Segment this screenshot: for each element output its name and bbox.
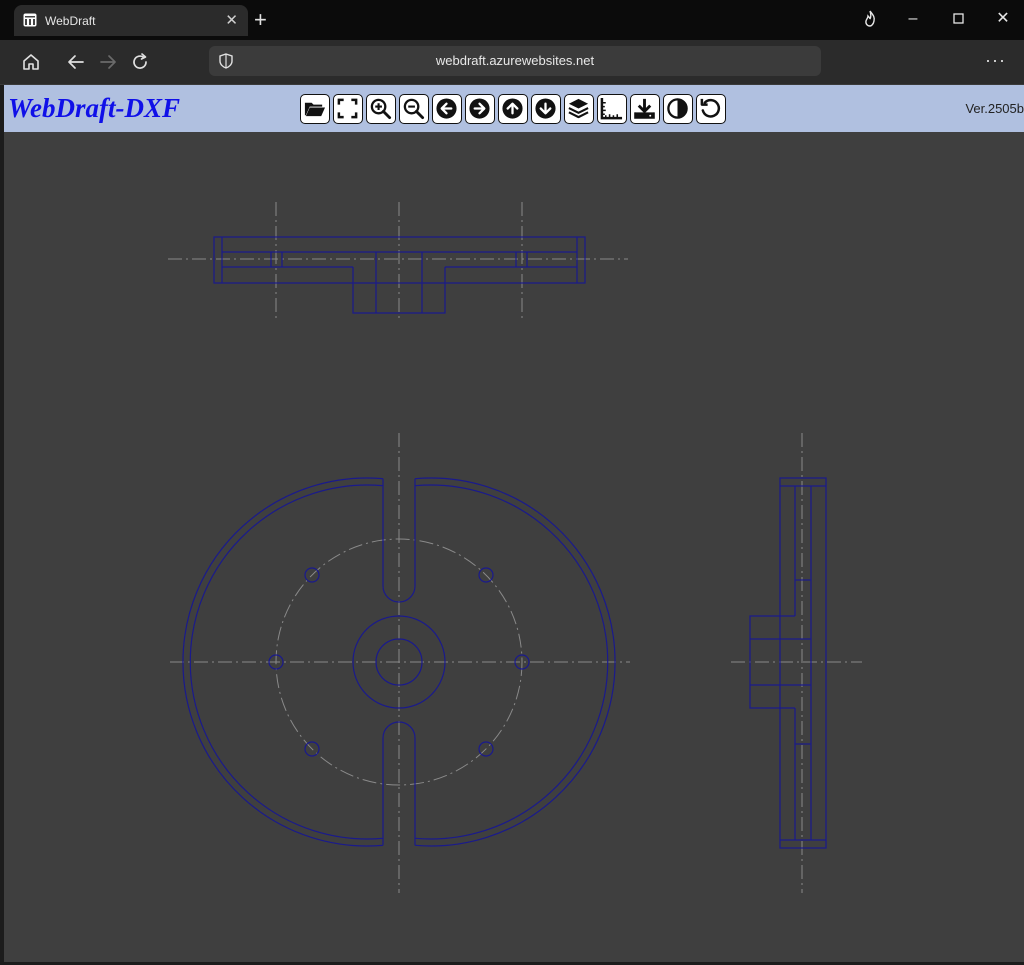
window-close-icon[interactable]: ✕ <box>989 8 1017 30</box>
zoom-in-button[interactable] <box>366 94 396 124</box>
side-view <box>749 477 827 849</box>
open-file-button[interactable] <box>300 94 330 124</box>
browser-navbar: webdraft.azurewebsites.net ··· <box>0 40 1024 85</box>
zoom-out-icon <box>403 98 425 120</box>
arrow-left-icon <box>436 98 457 119</box>
arrow-up-icon <box>502 98 523 119</box>
minimize-icon[interactable]: – <box>899 8 927 30</box>
folder-open-icon <box>304 102 326 117</box>
fit-view-button[interactable] <box>333 94 363 124</box>
ruler-corner-icon <box>600 97 623 120</box>
pan-right-button[interactable] <box>465 94 495 124</box>
back-arrow-icon[interactable] <box>64 50 88 74</box>
center-lines <box>168 202 862 893</box>
part-outlines <box>182 236 827 849</box>
browser-tabstrip: WebDraft ✕ + – ✕ <box>0 0 1024 40</box>
app-logo: WebDraft-DXF <box>8 93 180 123</box>
webdraft-favicon-icon <box>23 13 37 27</box>
contrast-icon <box>667 98 688 119</box>
layers-button[interactable] <box>564 94 594 124</box>
browser-tab[interactable]: WebDraft ✕ <box>14 5 248 36</box>
measure-button[interactable] <box>597 94 627 124</box>
fullscreen-frame-icon <box>337 98 358 119</box>
address-bar[interactable]: webdraft.azurewebsites.net <box>209 46 821 76</box>
tab-close-icon[interactable]: ✕ <box>225 11 238 29</box>
zoom-out-button[interactable] <box>399 94 429 124</box>
download-icon <box>634 98 655 119</box>
zoom-in-icon <box>370 98 392 120</box>
dxf-drawing[interactable] <box>4 132 1024 962</box>
flame-icon[interactable] <box>856 8 884 30</box>
tab-title: WebDraft <box>45 14 96 28</box>
pan-down-button[interactable] <box>531 94 561 124</box>
app-header: WebDraft-DXF Ver.2505b <box>4 85 1024 132</box>
reload-icon[interactable] <box>128 50 152 74</box>
arrow-down-icon <box>535 98 556 119</box>
arrow-right-icon <box>469 98 490 119</box>
undo-icon <box>700 98 721 118</box>
download-button[interactable] <box>630 94 660 124</box>
url-text[interactable]: webdraft.azurewebsites.net <box>209 53 821 68</box>
version-label: Ver.2505b <box>965 101 1024 116</box>
new-tab-plus-icon[interactable]: + <box>254 7 267 33</box>
drawing-canvas[interactable] <box>4 132 1024 962</box>
pan-left-button[interactable] <box>432 94 462 124</box>
more-dots-icon[interactable]: ··· <box>985 50 1006 71</box>
reset-button[interactable] <box>696 94 726 124</box>
webdraft-app: WebDraft-DXF Ver.2505b <box>4 85 1024 962</box>
layers-icon <box>568 98 589 119</box>
pan-up-button[interactable] <box>498 94 528 124</box>
maximize-icon[interactable] <box>944 8 972 30</box>
contrast-button[interactable] <box>663 94 693 124</box>
home-icon[interactable] <box>19 50 43 74</box>
forward-arrow-icon[interactable] <box>96 50 120 74</box>
